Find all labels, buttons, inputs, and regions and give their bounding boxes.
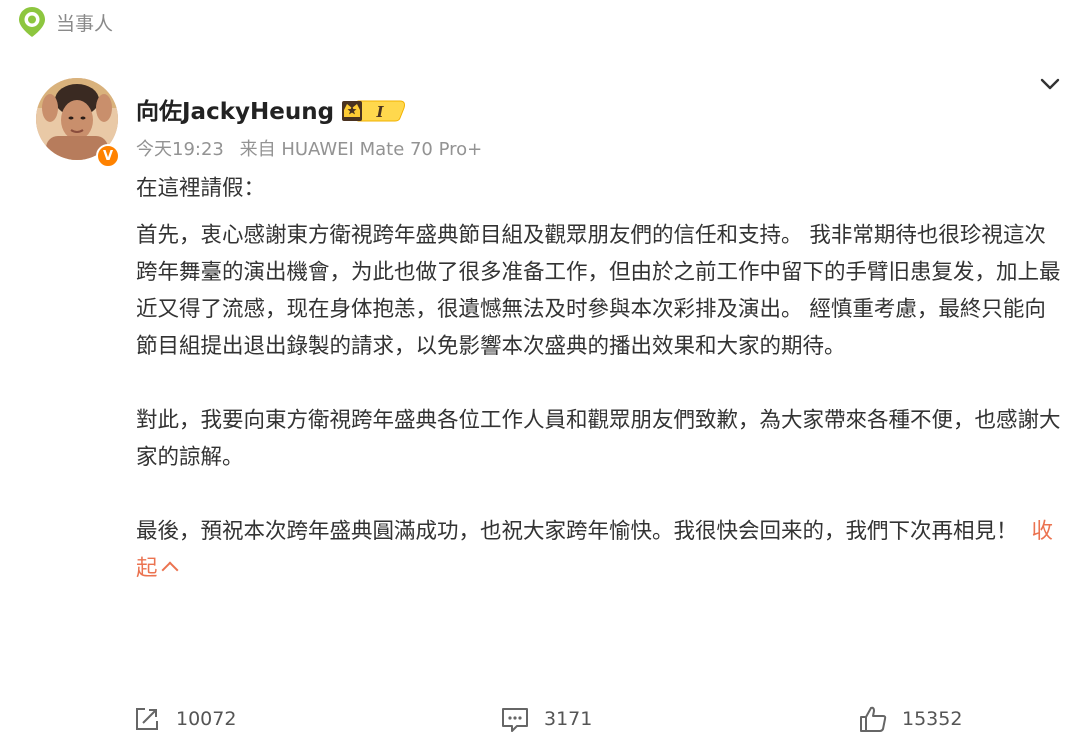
post-paragraph-last: 最後，預祝本次跨年盛典圓滿成功，也祝大家跨年愉快。我很快会回来的，我們下次再相見…	[136, 513, 1066, 587]
location-pin-icon	[19, 7, 45, 37]
topic-tag-label: 当事人	[56, 12, 114, 35]
chevron-up-icon	[161, 561, 179, 579]
post-time[interactable]: 今天19:23	[136, 139, 224, 160]
chevron-down-icon[interactable]	[1036, 70, 1064, 98]
post-paragraph-text: 最後，預祝本次跨年盛典圓滿成功，也祝大家跨年愉快。我很快会回来的，我們下次再相見…	[136, 519, 1018, 544]
post-paragraph: 在這裡請假：	[136, 176, 266, 201]
post-content: 在這裡請假： 首先，衷心感謝東方衛視跨年盛典節目組及觀眾朋友們的信任和支持。 我…	[136, 170, 1066, 587]
verified-badge: V	[96, 144, 120, 168]
post-meta: 今天19:23 来自 HUAWEI Mate 70 Pro+	[136, 135, 492, 161]
like-button[interactable]: 15352	[858, 704, 962, 734]
comment-button[interactable]: 3171	[500, 704, 592, 734]
action-bar: 10072 3171 15352	[0, 704, 1080, 738]
comment-count: 3171	[544, 708, 593, 730]
post-source: 来自 HUAWEI Mate 70 Pro+	[239, 139, 483, 160]
forward-button[interactable]: 10072	[132, 704, 236, 734]
rank-badge-text: I	[375, 103, 384, 121]
author-name[interactable]: 向佐JackyHeung	[136, 92, 334, 126]
post-paragraph: 首先，衷心感謝東方衛視跨年盛典節目組及觀眾朋友們的信任和支持。 我非常期待也很珍…	[136, 223, 1061, 359]
post-paragraph: 對此，我要向東方衛視跨年盛典各位工作人員和觀眾朋友們致歉，為大家帶來各種不便，也…	[136, 408, 1061, 470]
forward-icon	[136, 708, 158, 730]
comment-icon	[502, 708, 528, 732]
topic-tag[interactable]: 当事人	[18, 6, 113, 38]
like-count: 15352	[902, 708, 963, 730]
forward-count: 10072	[176, 708, 237, 730]
rank-badge-icon: I	[340, 96, 408, 128]
thumbs-up-icon	[860, 706, 887, 732]
